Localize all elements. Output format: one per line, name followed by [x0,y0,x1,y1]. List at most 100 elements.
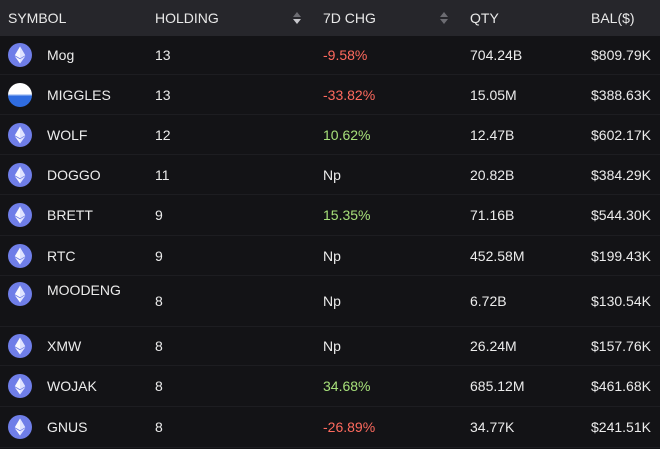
chg-value: Np [323,166,341,183]
symbol-name: WOJAK [47,378,97,394]
header-bal[interactable]: BAL($) [591,10,660,26]
cell-bal: $157.76K [591,338,660,354]
symbol-name: XMW [47,338,82,354]
cell-bal: $388.63K [591,87,660,103]
cell-7d-chg: Np [323,293,470,309]
table-header: SYMBOL HOLDING 7D CHG QTY BAL($) [0,0,660,36]
cell-qty: 452.58M [470,248,591,264]
table-row[interactable]: BRETT 9 15.35% 71.16B $544.30K [0,195,660,236]
cell-7d-chg: 15.35% [323,207,470,223]
symbol-name: Mog [47,47,75,63]
cell-7d-chg: Np [323,167,470,183]
bal-value: $461.68K [591,378,651,394]
ethereum-icon [8,162,32,187]
holding-value: 9 [155,247,163,264]
ethereum-icon [8,334,32,358]
half-circle-icon [8,82,32,107]
cell-qty: 685.12M [470,378,591,394]
qty-value: 34.77K [470,419,515,435]
ethereum-icon [8,122,32,147]
qty-value: 12.47B [470,126,515,143]
ethereum-icon [8,243,32,268]
cell-qty: 15.05M [470,87,591,103]
chg-value: Np [323,338,341,354]
sort-icon[interactable] [293,12,301,24]
header-holding[interactable]: HOLDING [155,10,323,26]
table-body: Mog 13 -9.58% 704.24B $809.79K MIGGLES 13 -33.8… [0,36,660,448]
holding-value: 8 [155,419,163,435]
cell-qty: 71.16B [470,207,591,223]
ethereum-icon [8,282,32,306]
table-row[interactable]: RTC 9 Np 452.58M $199.43K [0,236,660,276]
cell-symbol: Mog [0,43,155,67]
chg-value: 10.62% [323,126,371,143]
cell-bal: $809.79K [591,47,660,63]
chg-value: Np [323,293,341,309]
cell-7d-chg: 10.62% [323,127,470,143]
bal-value: $809.79K [591,47,651,63]
chg-value: -33.82% [323,86,376,103]
holding-value: 8 [155,378,163,394]
symbol-name: DOGGO [47,166,101,183]
holding-value: 9 [155,207,163,223]
symbol-name: MOODENG [47,282,121,298]
cell-7d-chg: -9.58% [323,47,470,63]
table-row[interactable]: MIGGLES 13 -33.82% 15.05M $388.63K [0,75,660,115]
cell-7d-chg: 34.68% [323,378,470,394]
qty-value: 704.24B [470,47,523,63]
cell-holding: 12 [155,127,323,143]
table-row[interactable]: MOODENG 8 Np 6.72B $130.54K [0,276,660,327]
table-row[interactable]: XMW 8 Np 26.24M $157.76K [0,327,660,366]
header-symbol-label: SYMBOL [8,10,67,26]
qty-value: 15.05M [470,86,517,103]
cell-symbol: RTC [0,243,155,268]
holding-value: 8 [155,338,163,354]
cell-symbol: MOODENG [0,276,155,306]
qty-value: 6.72B [470,293,507,309]
header-7d-chg[interactable]: 7D CHG [323,10,470,26]
header-qty[interactable]: QTY [470,10,591,26]
cell-holding: 11 [155,167,323,183]
cell-holding: 13 [155,47,323,63]
cell-symbol: DOGGO [0,162,155,187]
cell-bal: $384.29K [591,167,660,183]
cell-symbol: WOJAK [0,374,155,398]
header-bal-label: BAL($) [591,10,635,26]
symbol-name: RTC [47,247,76,264]
ethereum-icon [8,374,32,398]
symbol-name: GNUS [47,419,88,435]
holding-value: 13 [155,47,171,63]
bal-value: $241.51K [591,419,651,435]
header-holding-label: HOLDING [155,10,219,26]
qty-value: 452.58M [470,247,525,264]
cell-bal: $199.43K [591,248,660,264]
table-row[interactable]: WOJAK 8 34.68% 685.12M $461.68K [0,366,660,407]
cell-holding: 8 [155,378,323,394]
cell-bal: $241.51K [591,419,660,435]
bal-value: $199.43K [591,247,651,264]
cell-qty: 20.82B [470,167,591,183]
chg-value: -9.58% [323,47,368,63]
cell-qty: 12.47B [470,127,591,143]
table-row[interactable]: Mog 13 -9.58% 704.24B $809.79K [0,36,660,75]
table-row[interactable]: GNUS 8 -26.89% 34.77K $241.51K [0,407,660,448]
sort-icon[interactable] [440,12,448,24]
cell-qty: 34.77K [470,419,591,435]
symbol-name: WOLF [47,126,88,143]
chg-value: 34.68% [323,378,371,394]
ethereum-icon [8,415,32,439]
header-symbol[interactable]: SYMBOL [0,10,155,26]
cell-holding: 13 [155,87,323,103]
bal-value: $544.30K [591,207,651,223]
table-row[interactable]: WOLF 12 10.62% 12.47B $602.17K [0,115,660,155]
cell-holding: 9 [155,207,323,223]
cell-7d-chg: -26.89% [323,419,470,435]
table-row[interactable]: DOGGO 11 Np 20.82B $384.29K [0,155,660,195]
bal-value: $157.76K [591,338,651,354]
cell-qty: 704.24B [470,47,591,63]
chg-value: 15.35% [323,207,371,223]
cell-symbol: MIGGLES [0,82,155,107]
qty-value: 685.12M [470,378,525,394]
cell-symbol: WOLF [0,122,155,147]
ethereum-icon [8,203,32,227]
